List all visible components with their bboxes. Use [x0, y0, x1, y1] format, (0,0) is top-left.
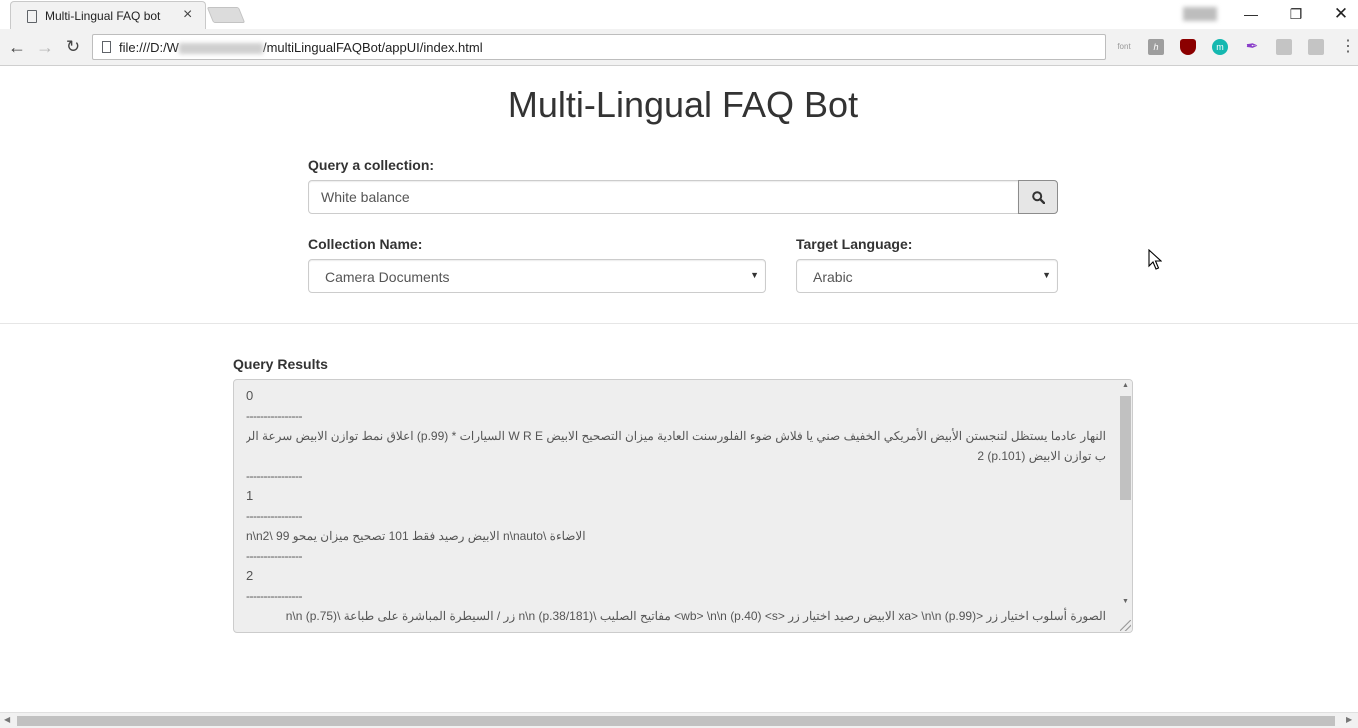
restore-button[interactable]: ❐: [1281, 4, 1311, 24]
reload-icon[interactable]: ↻: [63, 37, 83, 57]
results-textarea[interactable]: 0 ---------------- النهار عادما يستظل لت…: [233, 379, 1133, 633]
browser-tab[interactable]: Multi-Lingual FAQ bot ×: [10, 1, 206, 29]
language-selected-value: Arabic: [813, 269, 853, 285]
language-select[interactable]: Arabic ▼: [796, 259, 1058, 293]
collection-select[interactable]: Camera Documents ▼: [308, 259, 766, 293]
redacted-path: [178, 43, 263, 55]
result-text: النهار عادما يستظل لتنجستن الأبيض الأمري…: [246, 429, 1106, 443]
cast-icon[interactable]: [1308, 39, 1324, 55]
address-bar[interactable]: file:///D:/W/multiLingualFAQBot/appUI/in…: [92, 34, 1106, 60]
tab-title: Multi-Lingual FAQ bot: [45, 9, 161, 23]
back-arrow-icon[interactable]: ←: [7, 37, 27, 57]
result-index: 0: [246, 388, 254, 403]
scroll-left-icon[interactable]: ◀: [4, 715, 10, 724]
page-title: Multi-Lingual FAQ Bot: [507, 84, 859, 125]
result-separator: ----------------: [246, 549, 302, 563]
tab-close-icon[interactable]: ×: [183, 6, 192, 24]
result-separator: ----------------: [246, 409, 302, 423]
results-label: Query Results: [233, 356, 328, 372]
pdf-icon[interactable]: [1276, 39, 1292, 55]
collection-selected-value: Camera Documents: [325, 269, 450, 285]
forward-arrow-icon[interactable]: →: [35, 37, 55, 57]
query-input[interactable]: [308, 180, 1019, 214]
m-extension-icon[interactable]: m: [1212, 39, 1228, 55]
collection-label: Collection Name:: [308, 236, 423, 252]
result-text: الاضاءة \n\nauto الابيض رصيد فقط 101 تصح…: [246, 529, 586, 543]
minimize-button[interactable]: —: [1236, 4, 1266, 24]
result-separator: ----------------: [246, 589, 302, 603]
profile-avatar[interactable]: [1183, 7, 1217, 21]
result-index: 2: [246, 568, 254, 583]
results-scrollbar[interactable]: ▲ ▼: [1118, 380, 1132, 632]
page-horizontal-scrollbar[interactable]: ◀ ▶: [0, 712, 1358, 728]
mouse-cursor-icon: [1148, 249, 1162, 270]
chevron-down-icon: ▼: [1042, 270, 1051, 280]
scroll-up-icon[interactable]: ▲: [1122, 382, 1129, 389]
new-tab-button[interactable]: [206, 7, 246, 23]
result-text: الصورة أسلوب اختيار زر <xa> \n\n (p.99) …: [285, 609, 1106, 623]
scroll-down-icon[interactable]: ▼: [1122, 598, 1129, 605]
search-icon: [1032, 191, 1045, 204]
divider: [0, 323, 1358, 324]
feather-icon[interactable]: ✒: [1244, 39, 1260, 55]
page-icon: [27, 10, 37, 23]
result-text: ب توازن الابيض (p.101) 2: [977, 449, 1106, 463]
page-icon: [102, 41, 111, 53]
result-text: ...: [246, 626, 1106, 632]
result-separator: ----------------: [246, 509, 302, 523]
h-extension-icon[interactable]: h: [1148, 39, 1164, 55]
menu-icon[interactable]: ⋮: [1340, 37, 1356, 57]
scrollbar-thumb[interactable]: [1120, 396, 1131, 500]
close-window-button[interactable]: ✕: [1326, 4, 1356, 24]
query-label: Query a collection:: [308, 157, 435, 173]
results-content: 0 ---------------- النهار عادما يستظل لت…: [246, 386, 1106, 632]
scroll-right-icon[interactable]: ▶: [1346, 715, 1352, 724]
ublock-shield-icon[interactable]: [1180, 39, 1196, 55]
resize-grip-icon[interactable]: [1120, 620, 1131, 631]
font-extension-icon[interactable]: font: [1116, 39, 1132, 55]
result-index: 1: [246, 488, 254, 503]
browser-toolbar: ← → ↻ file:///D:/W/multiLingualFAQBot/ap…: [0, 29, 1358, 66]
chevron-down-icon: ▼: [750, 270, 759, 280]
language-label: Target Language:: [796, 236, 913, 252]
page-content: Multi-Lingual FAQ Bot Query a collection…: [0, 66, 1358, 712]
result-separator: ----------------: [246, 469, 302, 483]
tab-strip: Multi-Lingual FAQ bot × — ❐ ✕: [0, 0, 1358, 29]
scrollbar-thumb[interactable]: [17, 716, 1335, 726]
search-button[interactable]: [1018, 180, 1058, 214]
url-text[interactable]: file:///D:/W/multiLingualFAQBot/appUI/in…: [119, 40, 483, 55]
